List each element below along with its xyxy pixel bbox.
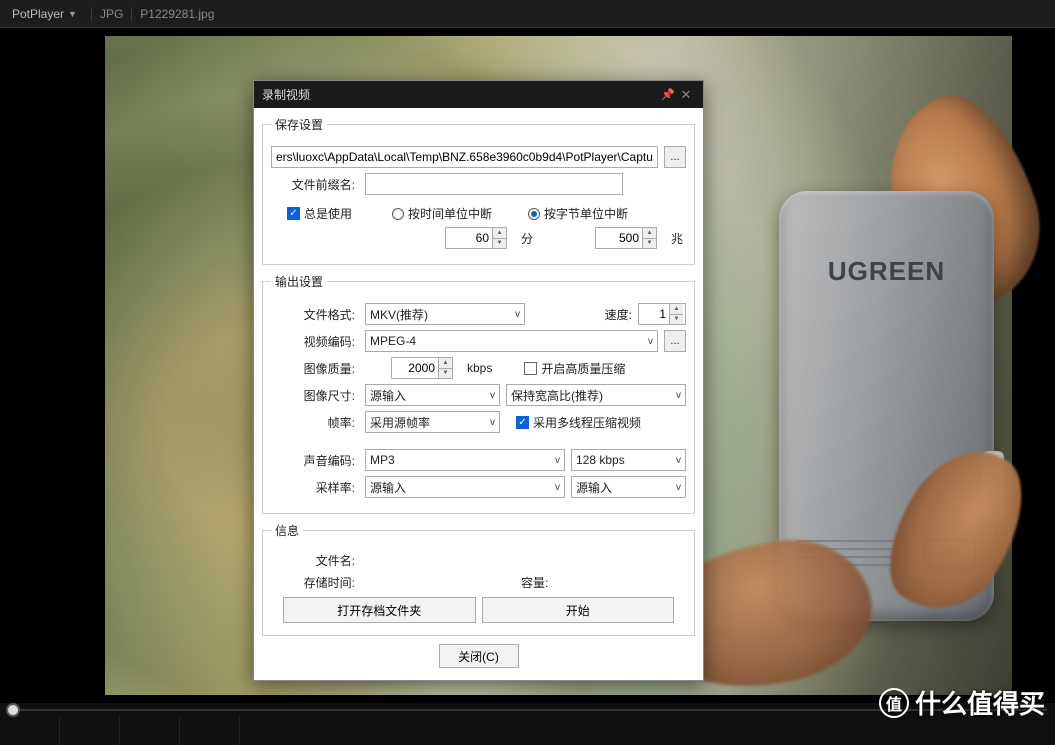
progress-knob[interactable] xyxy=(8,705,18,715)
chevron-down-icon: v xyxy=(676,482,681,493)
pin-icon[interactable]: 📌 xyxy=(659,88,677,101)
chevron-down-icon: v xyxy=(515,309,520,320)
always-use-checkbox[interactable]: ✓ 总是使用 xyxy=(287,205,352,222)
check-icon: ✓ xyxy=(287,207,300,220)
spinner-down-icon[interactable]: ▼ xyxy=(493,238,506,249)
check-icon: ✓ xyxy=(516,416,529,429)
app-name: PotPlayer xyxy=(12,7,64,21)
prefix-label: 文件前缀名: xyxy=(271,176,359,193)
spinner-up-icon[interactable]: ▲ xyxy=(493,228,506,238)
chevron-down-icon: ▼ xyxy=(68,9,77,19)
image-size-select[interactable]: 源输入v xyxy=(365,384,500,406)
save-settings-group: 保存设置 ... 文件前缀名: ✓ 总是使用 按时间单位中断 xyxy=(262,116,695,265)
break-time-radio[interactable]: 按时间单位中断 xyxy=(392,205,492,222)
sample-rate-right-select[interactable]: 源输入v xyxy=(571,476,686,498)
app-menu[interactable]: PotPlayer ▼ xyxy=(6,5,83,23)
device-brand: UGREEN xyxy=(828,256,945,287)
radio-icon xyxy=(528,208,540,220)
spinner-down-icon[interactable]: ▼ xyxy=(643,238,656,249)
duration-label: 存储时间: xyxy=(271,574,359,591)
filename-label: 文件名: xyxy=(271,552,359,569)
file-format-select[interactable]: MKV(推荐)v xyxy=(365,303,525,325)
open-archive-folder-button[interactable]: 打开存档文件夹 xyxy=(283,597,476,623)
browse-button[interactable]: ... xyxy=(664,146,686,168)
codec-options-button[interactable]: ... xyxy=(664,330,686,352)
control-slot[interactable] xyxy=(60,717,120,745)
radio-icon xyxy=(392,208,404,220)
chevron-down-icon: v xyxy=(490,390,495,401)
chevron-down-icon: v xyxy=(676,455,681,466)
spinner-up-icon[interactable]: ▲ xyxy=(643,228,656,238)
aspect-select[interactable]: 保持宽高比(推荐)v xyxy=(506,384,686,406)
control-slot[interactable] xyxy=(180,717,240,745)
start-button[interactable]: 开始 xyxy=(482,597,675,623)
site-watermark: 值 什么值得买 xyxy=(879,684,1045,721)
app-topbar: PotPlayer ▼ JPG P1229281.jpg xyxy=(0,0,1055,28)
fps-select[interactable]: 采用源帧率v xyxy=(365,411,500,433)
multithread-checkbox[interactable]: ✓ 采用多线程压缩视频 xyxy=(516,414,641,431)
break-bytes-radio[interactable]: 按字节单位中断 xyxy=(528,205,628,222)
capacity-label: 容量: xyxy=(521,574,548,591)
chevron-down-icon: v xyxy=(676,390,681,401)
audio-bitrate-select[interactable]: 128 kbpsv xyxy=(571,449,686,471)
close-button[interactable]: 关闭(C) xyxy=(439,644,519,668)
chevron-down-icon: v xyxy=(555,455,560,466)
chevron-down-icon: v xyxy=(648,336,653,347)
sample-rate-left-select[interactable]: 源输入v xyxy=(365,476,565,498)
file-type-badge: JPG xyxy=(100,7,123,21)
chevron-down-icon: v xyxy=(490,417,495,428)
time-value-stepper[interactable]: ▲▼ xyxy=(445,227,507,249)
quality-stepper[interactable]: ▲▼ xyxy=(391,357,453,379)
prefix-input[interactable] xyxy=(365,173,623,195)
save-settings-legend: 保存设置 xyxy=(271,116,327,133)
save-path-input[interactable] xyxy=(271,146,658,168)
file-name: P1229281.jpg xyxy=(140,7,214,21)
info-group: 信息 文件名: 存储时间: 容量: 打开存档文件夹 开始 xyxy=(262,522,695,636)
audio-codec-select[interactable]: MP3v xyxy=(365,449,565,471)
dialog-title: 录制视频 xyxy=(262,86,310,103)
video-codec-select[interactable]: MPEG-4v xyxy=(365,330,658,352)
check-icon xyxy=(524,362,537,375)
info-legend: 信息 xyxy=(271,522,303,539)
dialog-titlebar[interactable]: 录制视频 📌 ✕ xyxy=(254,81,703,108)
record-video-dialog: 录制视频 📌 ✕ 保存设置 ... 文件前缀名: ✓ 总是使用 xyxy=(253,80,704,681)
control-slot[interactable] xyxy=(120,717,180,745)
watermark-text: 什么值得买 xyxy=(915,684,1045,721)
watermark-icon: 值 xyxy=(879,688,909,718)
chevron-down-icon: v xyxy=(555,482,560,493)
hq-compress-checkbox[interactable]: 开启高质量压缩 xyxy=(524,360,625,377)
close-icon[interactable]: ✕ xyxy=(677,87,695,103)
output-settings-group: 输出设置 文件格式: MKV(推荐)v 速度: ▲▼ 视频编码: MPEG-4v xyxy=(262,273,695,514)
speed-stepper[interactable]: ▲▼ xyxy=(638,303,686,325)
bytes-value-stepper[interactable]: ▲▼ xyxy=(595,227,657,249)
output-settings-legend: 输出设置 xyxy=(271,273,327,290)
control-slot[interactable] xyxy=(0,717,60,745)
